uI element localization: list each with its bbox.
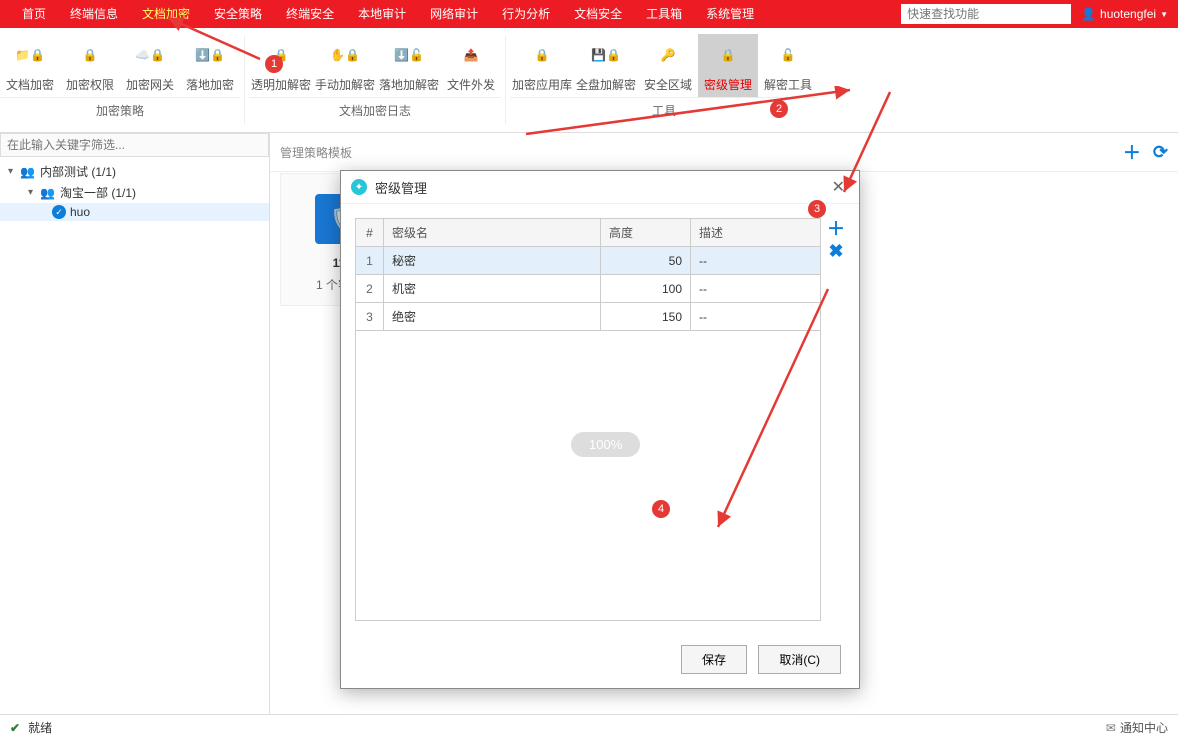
content-title: 管理策略模板 <box>280 144 352 161</box>
col-idx: # <box>356 219 384 247</box>
save-button[interactable]: 保存 <box>681 645 747 674</box>
username-label: huotengfei <box>1100 7 1156 21</box>
ribbon-file-out[interactable]: 📤文件外发 <box>441 34 501 97</box>
group-icon: 👥 <box>40 186 56 200</box>
ribbon-doc-encrypt[interactable]: 📁🔒文档加密 <box>0 34 60 97</box>
dialog-header: ✦ 密级管理 ✕ <box>341 171 859 204</box>
nav-terminal-info[interactable]: 终端信息 <box>58 0 130 28</box>
ribbon-manual[interactable]: ✋🔒手动加解密 <box>313 34 377 97</box>
chevron-down-icon: ▼ <box>1160 10 1168 19</box>
nav-terminal-security[interactable]: 终端安全 <box>274 0 346 28</box>
ribbon-landing-log[interactable]: ⬇️🔓落地加解密 <box>377 34 441 97</box>
tree-label: huo <box>70 205 90 219</box>
progress-badge: 100% <box>571 432 640 457</box>
tree-label: 淘宝一部 (1/1) <box>60 184 136 201</box>
refresh-icon[interactable]: ⟳ <box>1153 142 1168 163</box>
cancel-button[interactable]: 取消(C) <box>758 645 841 674</box>
nav-behavior[interactable]: 行为分析 <box>490 0 562 28</box>
ribbon-level-mgmt[interactable]: 🔒密级管理 <box>698 34 758 97</box>
col-height: 高度 <box>601 219 691 247</box>
ribbon-encrypt-gateway[interactable]: ☁️🔒加密网关 <box>120 34 180 97</box>
ribbon-group-label-1: 加密策略 <box>0 97 240 123</box>
table-row[interactable]: 2 机密 100 -- <box>356 275 821 303</box>
sidebar: ▾ 👥 内部测试 (1/1) ▾ 👥 淘宝一部 (1/1) ✓ huo <box>0 133 270 714</box>
user-icon: 👤 <box>1081 7 1096 21</box>
ribbon-encrypt-perm[interactable]: 🔒加密权限 <box>60 34 120 97</box>
tree-node-user[interactable]: ✓ huo <box>0 203 269 221</box>
table-row[interactable]: 1 秘密 50 -- <box>356 247 821 275</box>
ribbon-full-disk[interactable]: 💾🔒全盘加解密 <box>574 34 638 97</box>
nav-sysmgmt[interactable]: 系统管理 <box>694 0 766 28</box>
ribbon-toolbar: 📁🔒文档加密 🔒加密权限 ☁️🔒加密网关 ⬇️🔒落地加密 加密策略 🔒透明加解密… <box>0 28 1178 133</box>
notification-center[interactable]: ✉ 通知中心 <box>1106 719 1168 736</box>
mail-icon: ✉ <box>1106 721 1116 735</box>
ribbon-landing-encrypt[interactable]: ⬇️🔒落地加密 <box>180 34 240 97</box>
dialog-title: 密级管理 <box>375 178 828 197</box>
globe-icon: ✦ <box>351 179 367 195</box>
nav-security-policy[interactable]: 安全策略 <box>202 0 274 28</box>
ribbon-decrypt-tool[interactable]: 🔓解密工具 <box>758 34 818 97</box>
ribbon-app-lib[interactable]: 🔒加密应用库 <box>510 34 574 97</box>
notify-label: 通知中心 <box>1120 719 1168 736</box>
add-icon[interactable]: ＋ <box>1123 139 1141 165</box>
status-bar: ✔ 就绪 ✉ 通知中心 <box>0 714 1178 740</box>
group-icon: 👥 <box>20 165 36 179</box>
tree-filter-input[interactable] <box>0 133 269 157</box>
tree-node-root[interactable]: ▾ 👥 内部测试 (1/1) <box>0 161 269 182</box>
check-icon: ✓ <box>52 205 66 219</box>
status-text: 就绪 <box>28 719 52 736</box>
user-menu[interactable]: 👤 huotengfei ▼ <box>1081 7 1168 21</box>
nav-network-audit[interactable]: 网络审计 <box>418 0 490 28</box>
level-mgmt-dialog: ✦ 密级管理 ✕ # 密级名 高度 描述 1 秘密 50 <box>340 170 860 689</box>
tree: ▾ 👥 内部测试 (1/1) ▾ 👥 淘宝一部 (1/1) ✓ huo <box>0 157 269 225</box>
caret-down-icon: ▾ <box>28 187 40 198</box>
content-header: 管理策略模板 ＋ ⟳ <box>270 133 1178 172</box>
ribbon-transparent[interactable]: 🔒透明加解密 <box>249 34 313 97</box>
level-table: # 密级名 高度 描述 1 秘密 50 -- 2 机密 <box>355 218 821 621</box>
top-navbar: 首页 终端信息 文档加密 安全策略 终端安全 本地审计 网络审计 行为分析 文档… <box>0 0 1178 28</box>
nav-home[interactable]: 首页 <box>10 0 58 28</box>
nav-doc-security[interactable]: 文档安全 <box>562 0 634 28</box>
search-input[interactable] <box>901 4 1071 24</box>
nav-doc-encrypt[interactable]: 文档加密 <box>130 0 202 28</box>
col-desc: 描述 <box>691 219 821 247</box>
nav-local-audit[interactable]: 本地审计 <box>346 0 418 28</box>
caret-down-icon: ▾ <box>8 166 20 177</box>
tree-node-dept[interactable]: ▾ 👥 淘宝一部 (1/1) <box>0 182 269 203</box>
check-icon: ✔ <box>10 721 20 735</box>
delete-row-icon[interactable]: ✖ <box>827 240 845 262</box>
col-name: 密级名 <box>384 219 601 247</box>
tree-label: 内部测试 (1/1) <box>40 163 116 180</box>
table-row[interactable]: 3 绝密 150 -- <box>356 303 821 331</box>
close-icon[interactable]: ✕ <box>828 177 849 197</box>
add-row-icon[interactable]: ＋ <box>827 218 845 240</box>
ribbon-group-label-2: 文档加密日志 <box>249 97 501 123</box>
ribbon-secure-zone[interactable]: 🔑安全区域 <box>638 34 698 97</box>
nav-toolbox[interactable]: 工具箱 <box>634 0 694 28</box>
ribbon-group-label-3: 工具 <box>510 97 818 123</box>
